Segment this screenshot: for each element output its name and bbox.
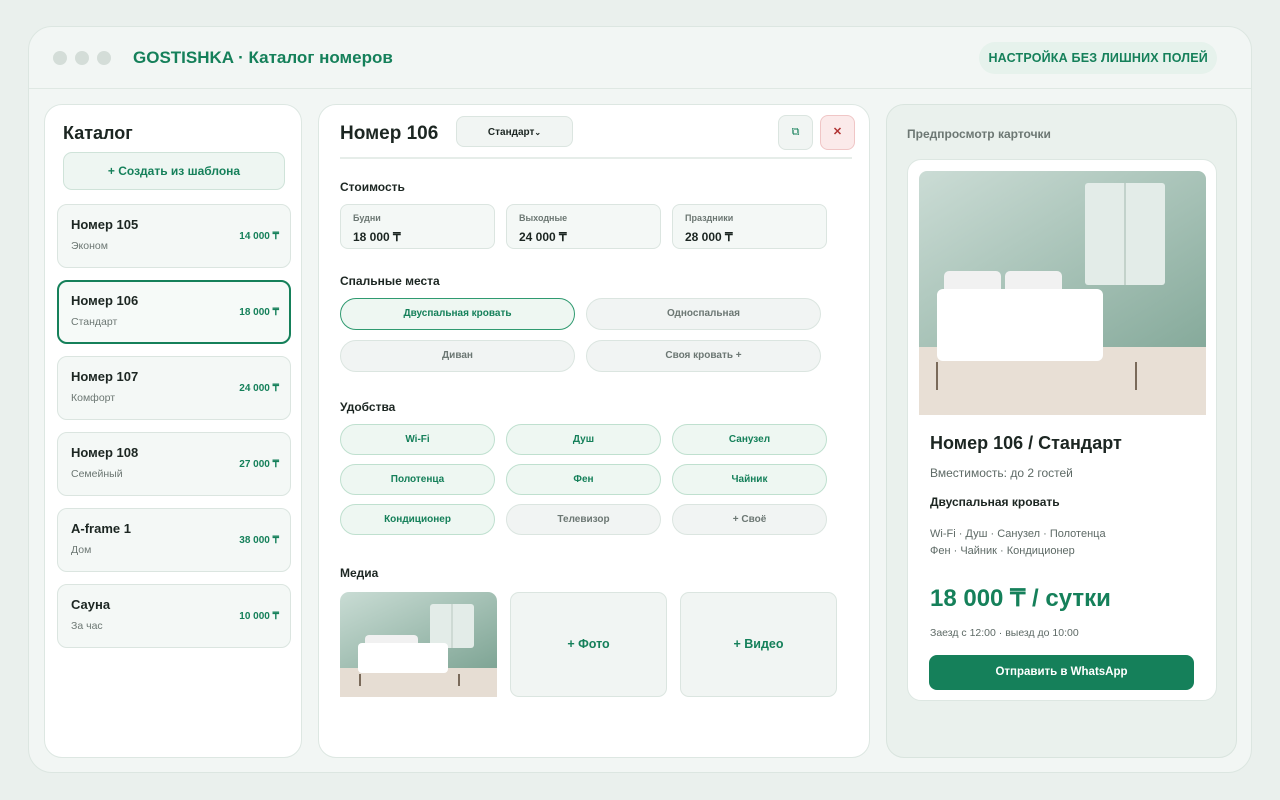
preview-amenities-line: Фен · Чайник · Кондиционер bbox=[930, 545, 1075, 557]
catalog-panel: Каталог + Создать из шаблона Номер 105 Эк… bbox=[44, 104, 302, 758]
room-item-type: Дом bbox=[71, 544, 92, 556]
room-item-price: 38 000 ₸ bbox=[239, 535, 279, 546]
bed-option-chip[interactable]: Двуспальная кровать bbox=[340, 298, 575, 330]
room-list-item[interactable]: Номер 107 Комфорт 24 000 ₸ bbox=[57, 356, 291, 420]
amenity-chip[interactable]: Полотенца bbox=[340, 464, 495, 495]
room-list-item[interactable]: Номер 108 Семейный 27 000 ₸ bbox=[57, 432, 291, 496]
bed-option-chip[interactable]: Односпальная bbox=[586, 298, 821, 330]
room-item-type: Стандарт bbox=[71, 316, 118, 328]
window-control-close[interactable] bbox=[53, 51, 67, 65]
room-photo-image bbox=[340, 592, 497, 697]
amenity-chip[interactable]: Душ bbox=[506, 424, 661, 455]
preview-title: Номер 106 / Стандарт bbox=[930, 433, 1122, 453]
preview-room-image bbox=[919, 171, 1206, 415]
preview-amenities: Wi-Fi · Душ · Санузел · Полотенца Фен · … bbox=[930, 526, 1190, 560]
section-price-label: Стоимость bbox=[340, 180, 405, 194]
room-item-type: Семейный bbox=[71, 468, 123, 480]
room-item-name: Сауна bbox=[71, 597, 111, 612]
preview-card: Номер 106 / Стандарт Вместимость: до 2 г… bbox=[907, 159, 1217, 701]
room-item-name: Номер 106 bbox=[71, 293, 139, 308]
chevron-down-icon: ⌄ bbox=[534, 128, 542, 137]
room-type-select[interactable]: Стандарт⌄ bbox=[456, 116, 573, 147]
add-video-button[interactable]: + Видео bbox=[680, 592, 837, 697]
room-item-type: За час bbox=[71, 620, 103, 632]
amenity-chip[interactable]: Кондиционер bbox=[340, 504, 495, 535]
preview-amenities-line: Wi-Fi · Душ · Санузел · Полотенца bbox=[930, 528, 1106, 540]
section-beds-label: Спальные места bbox=[340, 274, 440, 288]
room-type-value: Стандарт bbox=[487, 127, 535, 138]
room-item-price: 24 000 ₸ bbox=[239, 383, 279, 394]
divider bbox=[340, 157, 852, 159]
app-title: GOSTISHKA · Каталог номеров bbox=[133, 48, 393, 67]
room-list-item[interactable]: A-frame 1 Дом 38 000 ₸ bbox=[57, 508, 291, 572]
bed-option-chip[interactable]: Диван bbox=[340, 340, 575, 372]
amenity-chip[interactable]: Телевизор bbox=[506, 504, 661, 535]
holiday-price-field[interactable]: Праздники 28 000 ₸ bbox=[672, 204, 827, 249]
preview-checkin: Заезд с 12:00 · выезд до 10:00 bbox=[930, 627, 1079, 639]
section-media-label: Медиа bbox=[340, 566, 379, 580]
room-title: Номер 106 bbox=[340, 123, 439, 144]
window-control-minimize[interactable] bbox=[75, 51, 89, 65]
bed-option-chip[interactable]: Своя кровать + bbox=[586, 340, 821, 372]
price-value: 28 000 ₸ bbox=[685, 230, 733, 244]
room-editor-panel: Номер 106 Стандарт⌄ ⧉ ✕ Стоимость Будни 1… bbox=[318, 104, 870, 758]
add-photo-button[interactable]: + Фото bbox=[510, 592, 667, 697]
price-label: Выходные bbox=[519, 213, 568, 223]
duplicate-button[interactable]: ⧉ bbox=[778, 115, 813, 150]
room-list-item[interactable]: Сауна За час 10 000 ₸ bbox=[57, 584, 291, 648]
send-whatsapp-button[interactable]: Отправить в WhatsApp bbox=[929, 655, 1194, 690]
room-item-price: 18 000 ₸ bbox=[239, 307, 279, 318]
room-list-item[interactable]: Номер 105 Эконом 14 000 ₸ bbox=[57, 204, 291, 268]
preview-panel: Предпросмотр карточки Номер 106 / Станда… bbox=[886, 104, 1237, 758]
weekday-price-field[interactable]: Будни 18 000 ₸ bbox=[340, 204, 495, 249]
room-item-name: Номер 108 bbox=[71, 445, 139, 460]
price-label: Праздники bbox=[685, 213, 734, 223]
preview-capacity: Вместимость: до 2 гостей bbox=[930, 466, 1073, 480]
amenity-chip[interactable]: + Своё bbox=[672, 504, 827, 535]
price-value: 18 000 ₸ bbox=[353, 230, 401, 244]
copy-icon: ⧉ bbox=[791, 126, 800, 138]
amenity-chip[interactable]: Фен bbox=[506, 464, 661, 495]
catalog-title: Каталог bbox=[63, 123, 133, 143]
room-item-type: Эконом bbox=[71, 240, 108, 252]
price-value: 24 000 ₸ bbox=[519, 230, 567, 244]
room-item-type: Комфорт bbox=[71, 392, 116, 404]
preview-label: Предпросмотр карточки bbox=[907, 127, 1051, 141]
weekend-price-field[interactable]: Выходные 24 000 ₸ bbox=[506, 204, 661, 249]
amenity-chip[interactable]: Санузел bbox=[672, 424, 827, 455]
room-list-item[interactable]: Номер 106 Стандарт 18 000 ₸ bbox=[57, 280, 291, 344]
room-item-name: Номер 107 bbox=[71, 369, 139, 384]
delete-button[interactable]: ✕ bbox=[820, 115, 855, 150]
price-label: Будни bbox=[353, 213, 381, 223]
title-bar: GOSTISHKA · Каталог номеров НАСТРОЙКА БЕ… bbox=[29, 27, 1251, 89]
window-control-maximize[interactable] bbox=[97, 51, 111, 65]
room-item-name: A-frame 1 bbox=[71, 521, 131, 536]
room-item-price: 14 000 ₸ bbox=[239, 231, 279, 242]
media-photo-thumbnail[interactable] bbox=[340, 592, 497, 697]
amenity-chip[interactable]: Чайник bbox=[672, 464, 827, 495]
room-item-price: 10 000 ₸ bbox=[239, 611, 279, 622]
section-amenities-label: Удобства bbox=[340, 400, 396, 414]
close-icon: ✕ bbox=[832, 126, 843, 138]
room-illustration bbox=[919, 171, 1206, 415]
preview-bed: Двуспальная кровать bbox=[930, 495, 1060, 509]
room-item-price: 27 000 ₸ bbox=[239, 459, 279, 470]
header-badge: НАСТРОЙКА БЕЗ ЛИШНИХ ПОЛЕЙ bbox=[979, 42, 1217, 74]
amenity-chip[interactable]: Wi-Fi bbox=[340, 424, 495, 455]
create-from-template-button[interactable]: + Создать из шаблона bbox=[63, 152, 285, 190]
room-item-name: Номер 105 bbox=[71, 217, 139, 232]
preview-price: 18 000 ₸ / сутки bbox=[930, 585, 1111, 612]
